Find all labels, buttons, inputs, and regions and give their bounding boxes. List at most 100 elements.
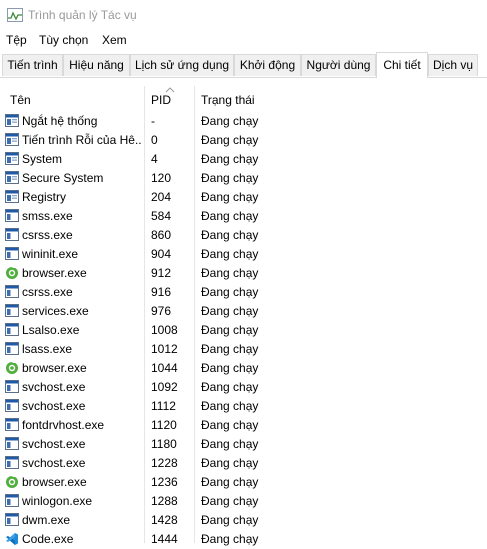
tab-performance[interactable]: Hiệu năng xyxy=(63,54,130,76)
tab-details[interactable]: Chi tiết xyxy=(376,52,428,78)
process-pid: 1008 xyxy=(151,323,178,337)
window-app-icon xyxy=(5,380,19,393)
process-pid: 204 xyxy=(151,190,172,204)
process-row[interactable]: svchost.exe 1092 Đang chạy xyxy=(0,378,487,397)
process-row[interactable]: fontdrvhost.exe 1120 Đang chạy xyxy=(0,416,487,435)
process-pid: 1180 xyxy=(151,437,177,451)
process-pid: 1444 xyxy=(151,532,178,546)
process-pid: 0 xyxy=(151,133,158,147)
process-row[interactable]: wininit.exe 904 Đang chạy xyxy=(0,245,487,264)
process-pid: 584 xyxy=(151,209,172,223)
process-row[interactable]: csrss.exe 860 Đang chạy xyxy=(0,226,487,245)
process-row[interactable]: svchost.exe 1180 Đang chạy xyxy=(0,435,487,454)
process-row[interactable]: System 4 Đang chạy xyxy=(0,150,487,169)
column-header-row: Tên PID Trạng thái xyxy=(0,78,487,112)
tab-users[interactable]: Người dùng xyxy=(301,54,376,76)
process-row[interactable]: smss.exe 584 Đang chạy xyxy=(0,207,487,226)
process-status: Đang chạy xyxy=(201,437,259,451)
process-name: dwm.exe xyxy=(22,513,71,527)
window-app-icon xyxy=(5,304,19,317)
process-status: Đang chạy xyxy=(201,114,259,128)
process-row[interactable]: browser.exe 1236 Đang chạy xyxy=(0,473,487,492)
process-status: Đang chạy xyxy=(201,361,259,375)
window-app-icon xyxy=(5,323,19,336)
process-name: System xyxy=(22,152,63,166)
menu-bar: Tệp Tùy chọn Xem xyxy=(0,30,487,51)
process-pid: 4 xyxy=(151,152,158,166)
process-row[interactable]: services.exe 976 Đang chạy xyxy=(0,302,487,321)
process-row[interactable]: Secure System 120 Đang chạy xyxy=(0,169,487,188)
process-row[interactable]: browser.exe 912 Đang chạy xyxy=(0,264,487,283)
process-row[interactable]: Code.exe 1444 Đang chạy xyxy=(0,530,487,549)
process-name: svchost.exe xyxy=(22,380,86,394)
column-header-pid[interactable]: PID xyxy=(151,93,171,107)
process-status: Đang chạy xyxy=(201,247,259,261)
process-name: fontdrvhost.exe xyxy=(22,418,105,432)
process-pid: 916 xyxy=(151,285,172,299)
process-name: services.exe xyxy=(22,304,89,318)
window-app-icon xyxy=(5,513,19,526)
process-pid: 976 xyxy=(151,304,172,318)
process-status: Đang chạy xyxy=(201,152,259,166)
process-row[interactable]: lsass.exe 1012 Đang chạy xyxy=(0,340,487,359)
menu-options[interactable]: Tùy chọn xyxy=(39,33,88,47)
process-status: Đang chạy xyxy=(201,475,259,489)
process-list: Ngắt hệ thống - Đang chạy Tiến trình Rỗi củ… xyxy=(0,112,487,549)
process-status: Đang chạy xyxy=(201,323,259,337)
details-panel: Tên PID Trạng thái Ngắt hệ thống - Đang ch… xyxy=(0,78,487,546)
process-name: Ngắt hệ thống xyxy=(22,114,98,128)
process-status: Đang chạy xyxy=(201,209,259,223)
process-row[interactable]: Lsalso.exe 1008 Đang chạy xyxy=(0,321,487,340)
menu-file[interactable]: Tệp xyxy=(6,33,27,47)
menu-view[interactable]: Xem xyxy=(102,33,127,47)
process-pid: 1112 xyxy=(151,399,176,413)
window-app-icon xyxy=(5,494,19,507)
browser-icon xyxy=(5,266,19,279)
window-title: Trình quản lý Tác vụ xyxy=(28,8,137,22)
process-status: Đang chạy xyxy=(201,399,259,413)
system-process-icon xyxy=(5,190,19,203)
process-pid: 1428 xyxy=(151,513,178,527)
window-app-icon xyxy=(5,228,19,241)
process-name: Code.exe xyxy=(22,532,74,546)
process-row[interactable]: svchost.exe 1228 Đang chạy xyxy=(0,454,487,473)
process-name: lsass.exe xyxy=(22,342,73,356)
tab-app-history[interactable]: Lịch sử ứng dụng xyxy=(130,54,234,76)
process-row[interactable]: Registry 204 Đang chạy xyxy=(0,188,487,207)
tab-startup[interactable]: Khởi động xyxy=(234,54,301,76)
process-row[interactable]: browser.exe 1044 Đang chạy xyxy=(0,359,487,378)
process-pid: 1236 xyxy=(151,475,178,489)
process-status: Đang chạy xyxy=(201,494,259,508)
process-pid: - xyxy=(151,114,155,128)
process-pid: 1012 xyxy=(151,342,178,356)
process-row[interactable]: Tiến trình Rỗi của Hê... 0 Đang chạy xyxy=(0,131,487,150)
process-row[interactable]: Ngắt hệ thống - Đang chạy xyxy=(0,112,487,131)
process-row[interactable]: dwm.exe 1428 Đang chạy xyxy=(0,511,487,530)
process-status: Đang chạy xyxy=(201,418,259,432)
column-header-name[interactable]: Tên xyxy=(10,93,31,107)
process-name: Secure System xyxy=(22,171,104,185)
task-manager-icon xyxy=(7,8,23,22)
process-pid: 860 xyxy=(151,228,172,242)
process-status: Đang chạy xyxy=(201,285,259,299)
process-pid: 912 xyxy=(151,266,172,280)
window-app-icon xyxy=(5,209,19,222)
process-status: Đang chạy xyxy=(201,513,259,527)
process-pid: 1288 xyxy=(151,494,178,508)
process-name: csrss.exe xyxy=(22,285,73,299)
process-row[interactable]: winlogon.exe 1288 Đang chạy xyxy=(0,492,487,511)
process-name: browser.exe xyxy=(22,361,87,375)
system-process-icon xyxy=(5,114,19,127)
process-row[interactable]: svchost.exe 1112 Đang chạy xyxy=(0,397,487,416)
process-status: Đang chạy xyxy=(201,532,259,546)
process-name: svchost.exe xyxy=(22,456,86,470)
tab-services[interactable]: Dịch vụ xyxy=(428,54,478,76)
column-header-status[interactable]: Trạng thái xyxy=(201,93,255,107)
process-status: Đang chạy xyxy=(201,380,259,394)
process-row[interactable]: csrss.exe 916 Đang chạy xyxy=(0,283,487,302)
process-pid: 1228 xyxy=(151,456,178,470)
system-process-icon xyxy=(5,152,19,165)
process-pid: 120 xyxy=(151,171,172,185)
window-app-icon xyxy=(5,342,19,355)
tab-processes[interactable]: Tiến trình xyxy=(2,54,63,76)
